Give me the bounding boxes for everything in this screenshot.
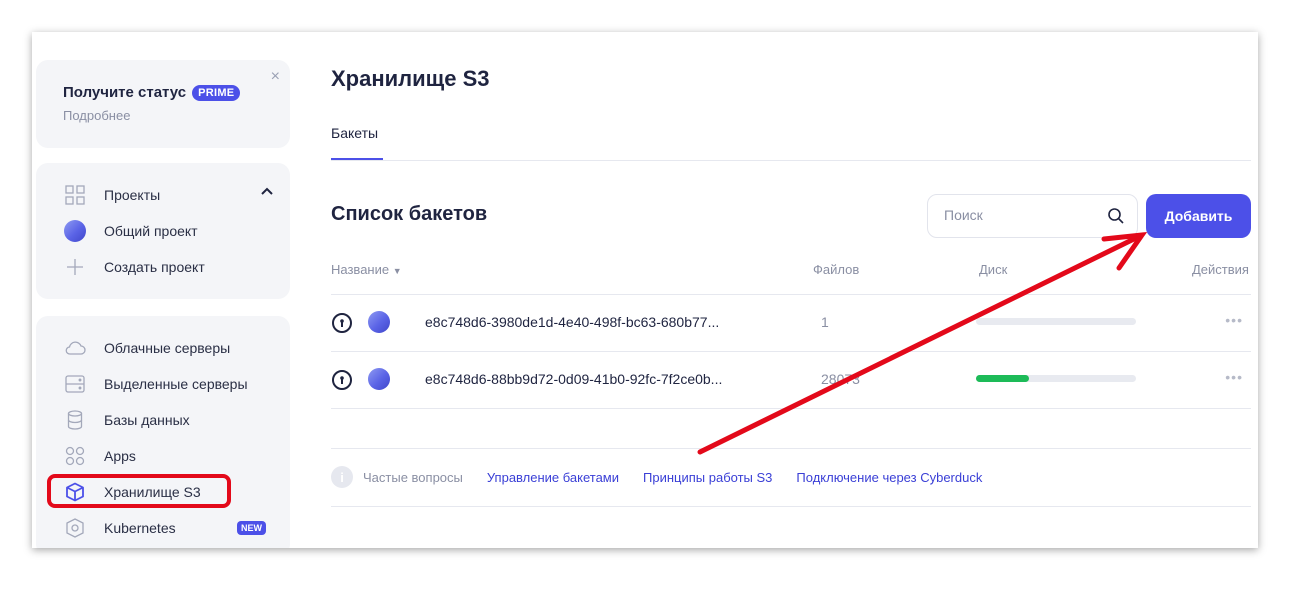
app-window: Получите статус PRIME Подробнее × Проект… xyxy=(32,32,1258,548)
annotation-arrow xyxy=(697,231,1148,455)
